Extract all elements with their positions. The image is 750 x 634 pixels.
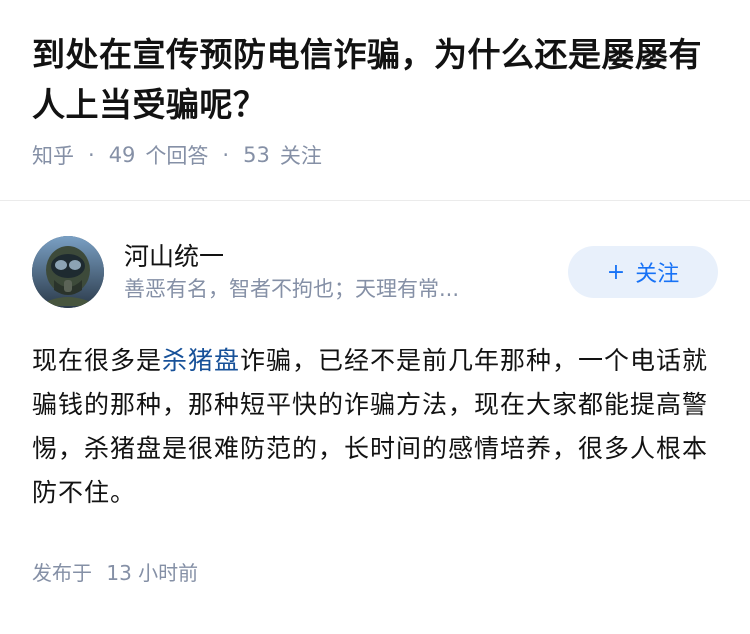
answer-card: 河山统一 善恶有名，智者不拘也；天理有常... + 关注 现在很多是杀猪盘诈骗，…: [0, 235, 750, 586]
keyword-link[interactable]: 杀猪盘: [162, 346, 240, 375]
follow-button[interactable]: + 关注: [568, 246, 718, 298]
separator-dot: ·: [222, 143, 230, 167]
publish-time: 发布于 13 小时前: [32, 557, 718, 586]
question-header: 到处在宣传预防电信诈骗，为什么还是屡屡有人上当受骗呢？ 知乎 · 49 个回答 …: [0, 0, 750, 170]
author-info: 河山统一 善恶有名，智者不拘也；天理有常...: [124, 240, 568, 304]
answer-content: 现在很多是杀猪盘诈骗，已经不是前几年那种，一个电话就骗钱的那种，那种短平快的诈骗…: [32, 339, 718, 515]
avatar[interactable]: [32, 236, 104, 308]
published-label: 发布于: [32, 561, 92, 585]
author-bio: 善恶有名，智者不拘也；天理有常...: [124, 277, 460, 301]
followers-count[interactable]: 53: [243, 143, 270, 167]
author-row: 河山统一 善恶有名，智者不拘也；天理有常... + 关注: [32, 235, 718, 309]
answers-count[interactable]: 49: [109, 143, 136, 167]
question-meta: 知乎 · 49 个回答 · 53 关注: [32, 140, 718, 170]
followers-label[interactable]: 关注: [280, 140, 322, 170]
question-title[interactable]: 到处在宣传预防电信诈骗，为什么还是屡屡有人上当受骗呢？: [32, 30, 718, 130]
pilot-helmet-icon: [32, 236, 104, 308]
divider: [0, 200, 750, 201]
source-label[interactable]: 知乎: [32, 140, 74, 170]
content-prefix: 现在很多是: [32, 346, 163, 375]
follow-label: 关注: [635, 262, 680, 287]
answers-label[interactable]: 个回答: [145, 140, 208, 170]
author-name[interactable]: 河山统一: [124, 240, 568, 274]
separator-dot: ·: [88, 143, 95, 167]
published-time: 13 小时前: [106, 561, 199, 585]
plus-icon: +: [606, 259, 626, 285]
